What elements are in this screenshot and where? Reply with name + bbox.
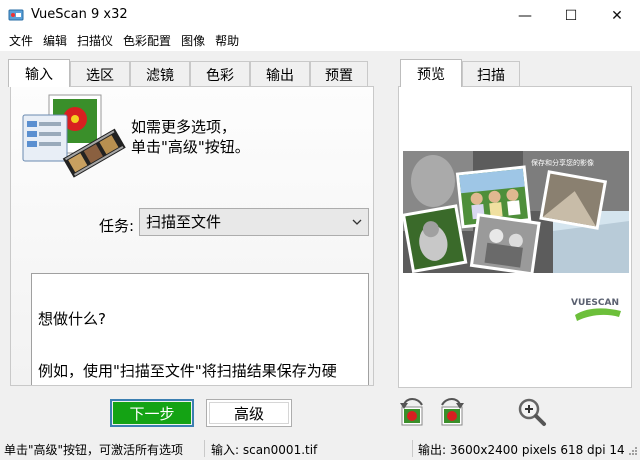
tab-crop[interactable]: 选区: [70, 61, 130, 87]
menu-file[interactable]: 文件: [4, 31, 38, 51]
status-input-file: 输入: scan0001.tif: [211, 443, 318, 457]
maximize-button[interactable]: ☐: [548, 0, 594, 31]
vuescan-app-icon: [8, 9, 24, 21]
advanced-button[interactable]: 高级: [206, 399, 292, 427]
menu-color-profile[interactable]: 色彩配置: [118, 31, 176, 51]
task-selected-value: 扫描至文件: [146, 213, 222, 231]
vuescan-logo: VUESCAN: [571, 298, 621, 321]
rotate-left-icon[interactable]: [396, 395, 430, 429]
close-button[interactable]: ✕: [594, 0, 640, 31]
next-button[interactable]: 下一步: [110, 399, 194, 427]
status-output-info: 输出: 3600x2400 pixels 618 dpi 14...: [418, 443, 624, 457]
title-bar: VueScan 9 x32 — ☐ ✕: [0, 0, 640, 31]
tip-line-1: 如需更多选项，: [131, 118, 237, 136]
tab-prefs[interactable]: 预置: [310, 61, 368, 87]
window-title: VueScan 9 x32: [31, 7, 128, 22]
chevron-down-icon: [352, 219, 362, 225]
preview-panel: 保存和分享您的影像 VUESCAN: [398, 86, 632, 388]
tip-line-2: 单击"高级"按钮。: [131, 138, 250, 156]
task-label: 任务:: [99, 217, 135, 235]
menu-edit[interactable]: 编辑: [38, 31, 72, 51]
menu-help[interactable]: 帮助: [210, 31, 244, 51]
next-button-label: 下一步: [113, 402, 191, 424]
tab-scan[interactable]: 扫描: [462, 61, 520, 87]
status-hint: 单击"高级"按钮，可激活所有选项: [4, 443, 184, 457]
right-tab-strip: 预览 扫描: [400, 59, 520, 87]
input-panel: 如需更多选项， 单击"高级"按钮。 任务: 扫描至文件 想做什么? 例如，使用"…: [10, 86, 374, 386]
menu-scanner[interactable]: 扫描仪: [72, 31, 118, 51]
minimize-button[interactable]: —: [502, 0, 548, 31]
status-separator: [412, 440, 413, 457]
tab-output[interactable]: 输出: [250, 61, 310, 87]
tab-preview[interactable]: 预览: [400, 59, 462, 87]
advanced-tip-text: 如需更多选项， 单击"高级"按钮。: [131, 117, 250, 157]
menu-bar: 文件 编辑 扫描仪 色彩配置 图像 帮助: [0, 31, 640, 51]
input-panel-body: 如需更多选项， 单击"高级"按钮。 任务: 扫描至文件 想做什么? 例如，使用"…: [11, 87, 373, 385]
vuescan-logo-text: VUESCAN: [571, 298, 619, 308]
task-dropdown[interactable]: 扫描至文件: [139, 208, 369, 236]
description-example: 例如，使用"扫描至文件"将扫描结果保存为硬: [38, 362, 337, 380]
advanced-tip-illustration: [22, 94, 126, 178]
menu-image[interactable]: 图像: [176, 31, 210, 51]
zoom-in-icon[interactable]: [514, 395, 548, 429]
description-question: 想做什么?: [38, 310, 106, 328]
resize-grip-icon[interactable]: [626, 446, 638, 458]
status-bar: 单击"高级"按钮，可激活所有选项 输入: scan0001.tif 输出: 36…: [0, 437, 640, 460]
preview-banner-text: 保存和分享您的影像: [531, 158, 594, 167]
rotate-right-icon[interactable]: [434, 395, 468, 429]
preview-image: 保存和分享您的影像: [403, 151, 629, 273]
task-description-box: 想做什么? 例如，使用"扫描至文件"将扫描结果保存为硬: [31, 273, 369, 385]
tab-input[interactable]: 输入: [8, 59, 70, 87]
status-separator: [204, 440, 205, 457]
left-tab-strip: 输入 选区 滤镜 色彩 输出 预置: [8, 59, 368, 87]
tab-color[interactable]: 色彩: [190, 61, 250, 87]
tab-filter[interactable]: 滤镜: [130, 61, 190, 87]
